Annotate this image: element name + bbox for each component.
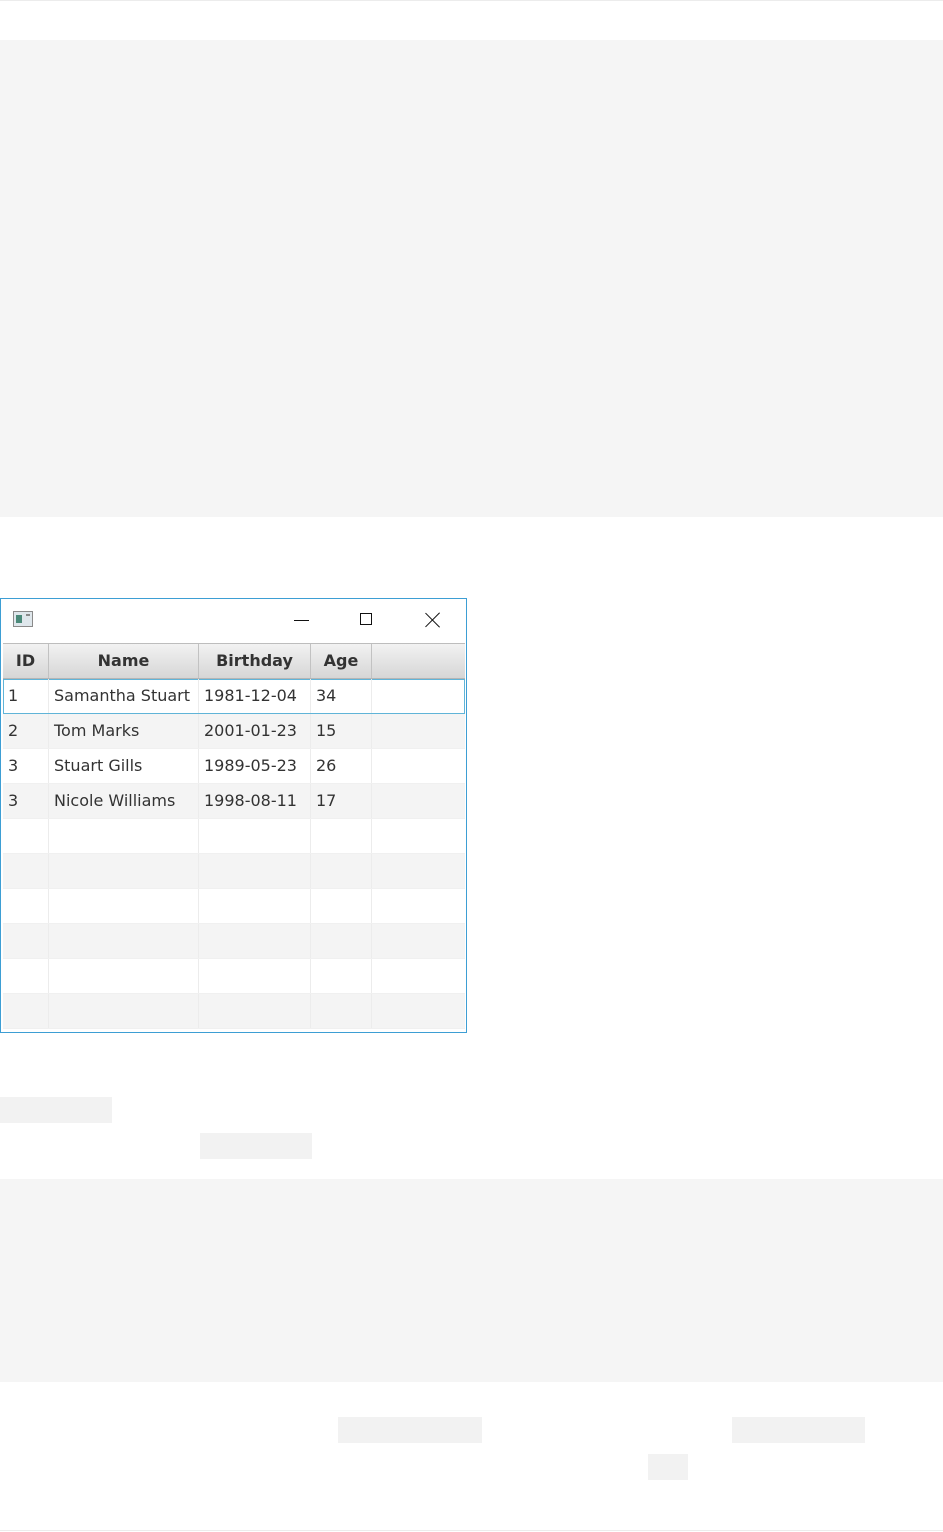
cell-name: Stuart Gills	[49, 749, 199, 783]
inline-code	[200, 1133, 312, 1159]
inline-code	[732, 1417, 865, 1443]
table-row-empty[interactable]	[3, 854, 465, 889]
table-cell-empty	[49, 924, 199, 958]
column-header-filler	[372, 644, 465, 678]
column-header-name[interactable]: Name	[49, 644, 199, 678]
window-titlebar[interactable]	[1, 599, 466, 643]
cell-birthday: 2001-01-23	[199, 714, 311, 748]
table-cell-empty	[199, 959, 311, 993]
inline-code	[338, 1417, 482, 1443]
app-window: ID Name Birthday Age 1 Samantha Stuart 198…	[0, 598, 467, 1033]
table-cell-empty	[199, 819, 311, 853]
inline-code	[0, 1097, 112, 1123]
cell-id: 1	[3, 679, 49, 713]
table-cell-empty	[311, 819, 372, 853]
table-row[interactable]: 2 Tom Marks 2001-01-23 15	[3, 714, 465, 749]
cell-name: Samantha Stuart	[49, 679, 199, 713]
table-cell-empty	[199, 924, 311, 958]
table-header: ID Name Birthday Age	[3, 644, 465, 679]
bottom-divider	[0, 1530, 943, 1531]
table-row-empty[interactable]	[3, 889, 465, 924]
maximize-button[interactable]	[334, 599, 400, 639]
table-row[interactable]: 3 Nicole Williams 1998-08-11 17	[3, 784, 465, 819]
code-block	[0, 40, 943, 517]
table-row[interactable]: 1 Samantha Stuart 1981-12-04 34	[3, 679, 465, 714]
table-cell-empty	[311, 994, 372, 1028]
cell-age: 34	[311, 679, 372, 713]
cell-name: Tom Marks	[49, 714, 199, 748]
table-cell-empty	[49, 994, 199, 1028]
cell-birthday: 1981-12-04	[199, 679, 311, 713]
table-cell-empty	[311, 889, 372, 923]
table-cell-empty	[372, 959, 465, 993]
cell-birthday: 1998-08-11	[199, 784, 311, 818]
table-cell-empty	[311, 924, 372, 958]
cell-id: 3	[3, 784, 49, 818]
table-row-empty[interactable]	[3, 924, 465, 959]
table-cell-empty	[372, 819, 465, 853]
table-cell-empty	[3, 889, 49, 923]
table-cell-empty	[372, 854, 465, 888]
table-row[interactable]: 3 Stuart Gills 1989-05-23 26	[3, 749, 465, 784]
minimize-button[interactable]	[269, 599, 335, 639]
table-cell-empty	[372, 889, 465, 923]
table-cell-empty	[3, 819, 49, 853]
table-cell-empty	[372, 679, 465, 713]
cell-name: Nicole Williams	[49, 784, 199, 818]
column-header-age[interactable]: Age	[311, 644, 372, 678]
cell-id: 3	[3, 749, 49, 783]
table-cell-empty	[49, 889, 199, 923]
table-cell-empty	[3, 854, 49, 888]
table-cell-empty	[3, 994, 49, 1028]
close-icon	[424, 611, 441, 628]
table-cell-empty	[372, 749, 465, 783]
table-cell-empty	[372, 784, 465, 818]
cell-age: 17	[311, 784, 372, 818]
table-cell-empty	[199, 994, 311, 1028]
column-header-birthday[interactable]: Birthday	[199, 644, 311, 678]
cell-birthday: 1989-05-23	[199, 749, 311, 783]
table-cell-empty	[372, 924, 465, 958]
table-cell-empty	[199, 854, 311, 888]
table-cell-empty	[49, 854, 199, 888]
app-window-icon	[13, 611, 33, 627]
table-row-empty[interactable]	[3, 819, 465, 854]
table-cell-empty	[199, 889, 311, 923]
cell-age: 15	[311, 714, 372, 748]
table-cell-empty	[49, 819, 199, 853]
table-cell-empty	[49, 959, 199, 993]
inline-code	[648, 1454, 688, 1480]
table-cell-empty	[372, 994, 465, 1028]
close-button[interactable]	[400, 599, 466, 639]
table-cell-empty	[372, 714, 465, 748]
person-table[interactable]: ID Name Birthday Age 1 Samantha Stuart 198…	[3, 643, 465, 1031]
table-cell-empty	[311, 959, 372, 993]
cell-age: 26	[311, 749, 372, 783]
table-cell-empty	[3, 924, 49, 958]
code-block	[0, 1179, 943, 1382]
minimize-icon	[294, 620, 309, 621]
column-header-id[interactable]: ID	[3, 644, 49, 678]
top-divider	[0, 0, 943, 1]
table-cell-empty	[3, 959, 49, 993]
maximize-icon	[360, 613, 372, 625]
table-row-empty[interactable]	[3, 959, 465, 994]
cell-id: 2	[3, 714, 49, 748]
table-row-empty[interactable]	[3, 994, 465, 1029]
table-cell-empty	[311, 854, 372, 888]
